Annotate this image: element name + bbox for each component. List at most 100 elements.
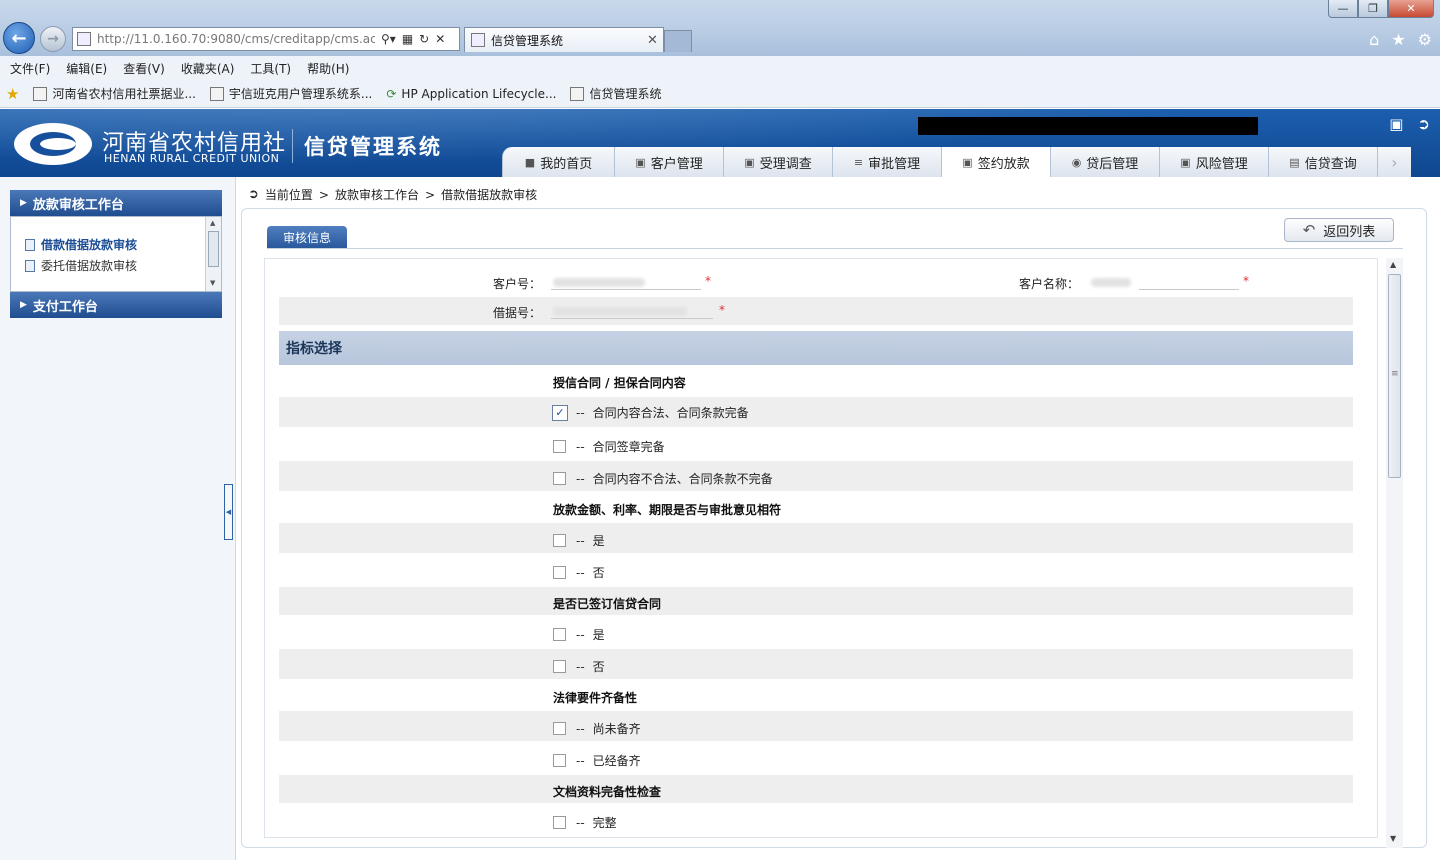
nav-contract-loan[interactable]: ▣ 签约放款 — [941, 147, 1050, 177]
expand-triangle-icon: ▶ — [20, 300, 27, 310]
favorite-link[interactable]: 信贷管理系统 — [570, 85, 661, 102]
search-icon[interactable]: ⚲▾ — [381, 32, 396, 46]
close-tab-icon[interactable]: ✕ — [647, 33, 658, 48]
checkbox[interactable] — [553, 566, 566, 579]
sidebar-scrollbar[interactable]: ▲ ▼ — [205, 217, 221, 291]
nav-label: 我的首页 — [540, 156, 593, 172]
sidebar-item-entrusted-receipt-audit[interactable]: 委托借据放款审核 — [25, 257, 137, 274]
blurred-value — [553, 307, 687, 316]
system-name: 信贷管理系统 — [304, 135, 442, 159]
nav-query[interactable]: ▤ 信贷查询 — [1268, 147, 1377, 177]
sidebar-item-loan-receipt-audit[interactable]: 借款借据放款审核 — [25, 236, 137, 253]
option-contract-legal[interactable]: ✓ -- 合同内容合法、合同条款完备 — [552, 404, 749, 421]
option-docs-complete[interactable]: -- 完整 — [553, 814, 617, 831]
menu-favorites[interactable]: 收藏夹(A) — [181, 60, 235, 77]
favorite-link[interactable]: 宇信班克用户管理系统系... — [209, 85, 372, 102]
scroll-thumb[interactable] — [208, 231, 219, 267]
favorite-link[interactable]: ⟳ HP Application Lifecycle... — [386, 87, 556, 101]
checkbox[interactable] — [553, 660, 566, 673]
checkbox[interactable] — [553, 440, 566, 453]
monitor-icon[interactable]: ▣ — [1389, 115, 1403, 133]
option-contract-signed[interactable]: -- 合同签章完备 — [553, 438, 665, 455]
option-signed-yes[interactable]: -- 是 — [553, 626, 605, 643]
scroll-up-icon[interactable]: ▲ — [210, 219, 215, 227]
risk-icon: ▣ — [1180, 155, 1191, 169]
scroll-down-icon[interactable]: ▼ — [210, 279, 215, 287]
address-url[interactable]: http://11.0.160.70:9080/cms/creditapp/cm… — [97, 32, 375, 46]
option-dash: -- — [576, 815, 585, 830]
menu-edit[interactable]: 编辑(E) — [66, 60, 107, 77]
menu-file[interactable]: 文件(F) — [10, 60, 50, 77]
home-icon[interactable]: ⌂ — [1369, 30, 1379, 49]
sidebar-group-loan-audit[interactable]: ▶ 放款审核工作台 — [10, 190, 222, 216]
collapse-sidebar-handle[interactable]: ◀ — [224, 484, 233, 540]
refresh-icon[interactable]: ↻ — [419, 32, 429, 46]
nav-home[interactable]: ■ 我的首页 — [502, 147, 614, 177]
option-signed-no[interactable]: -- 否 — [553, 658, 605, 675]
customer-no-field[interactable] — [551, 276, 701, 290]
checkbox[interactable] — [553, 816, 566, 829]
option-label: 否 — [592, 566, 605, 580]
option-legal-not-ready[interactable]: -- 尚未备齐 — [553, 720, 641, 737]
option-row — [279, 461, 1353, 491]
checkbox[interactable] — [553, 722, 566, 735]
minimize-icon[interactable]: — — [1328, 0, 1358, 18]
maximize-icon[interactable]: ❐ — [1358, 0, 1388, 18]
checkbox-checked[interactable]: ✓ — [552, 404, 568, 421]
receipt-no-field[interactable] — [551, 305, 713, 319]
customer-name-field[interactable] — [1139, 276, 1239, 290]
tab-audit-info[interactable]: 审核信息 — [267, 226, 347, 249]
checkbox[interactable] — [553, 534, 566, 547]
favorites-bar: ★ 河南省农村信用社票据业... 宇信班克用户管理系统系... ⟳ HP Appl… — [0, 80, 1440, 108]
blurred-value — [553, 278, 645, 287]
back-arrow-icon[interactable]: ← — [3, 22, 35, 54]
scroll-down-icon[interactable]: ▼ — [1390, 834, 1396, 843]
favorites-star-icon[interactable]: ★ — [1391, 30, 1405, 49]
nav-customer[interactable]: ▣ 客户管理 — [614, 147, 723, 177]
nav-survey[interactable]: ▣ 受理调查 — [723, 147, 832, 177]
sidebar-group-payment[interactable]: ▶ 支付工作台 — [10, 292, 222, 318]
page-favicon-icon — [77, 32, 91, 46]
breadcrumb-separator: > — [318, 187, 329, 202]
close-window-icon[interactable]: ✕ — [1388, 0, 1434, 18]
address-bar[interactable]: http://11.0.160.70:9080/cms/creditapp/cm… — [72, 27, 460, 51]
add-favorite-icon[interactable]: ★ — [6, 85, 19, 103]
stop-icon[interactable]: ✕ — [435, 32, 445, 46]
compatibility-icon[interactable]: ▦ — [402, 32, 413, 46]
menu-tools[interactable]: 工具(T) — [250, 60, 291, 77]
question-title: 是否已签订信贷合同 — [553, 597, 662, 611]
logout-icon[interactable]: ➲ — [1417, 115, 1430, 133]
nav-risk[interactable]: ▣ 风险管理 — [1159, 147, 1268, 177]
receipt-no-label: 借据号： — [492, 306, 541, 320]
option-row — [279, 397, 1353, 427]
option-amount-yes[interactable]: -- 是 — [553, 532, 605, 549]
location-arrow-icon: ➲ — [248, 187, 259, 202]
menu-help[interactable]: 帮助(H) — [307, 60, 349, 77]
home-icon: ■ — [524, 155, 536, 169]
scroll-up-icon[interactable]: ▲ — [1390, 260, 1396, 269]
back-to-list-button[interactable]: ↶ 返回列表 — [1284, 218, 1394, 242]
form-scrollbar[interactable]: ▲ ▼ — [1386, 258, 1403, 848]
option-legal-ready[interactable]: -- 已经备齐 — [553, 752, 641, 769]
nav-approval[interactable]: ≡ 审批管理 — [832, 147, 941, 177]
option-amount-no[interactable]: -- 否 — [553, 564, 605, 581]
checkbox[interactable] — [553, 472, 566, 485]
header-divider — [292, 129, 293, 163]
breadcrumb-level1[interactable]: 放款审核工作台 — [335, 186, 419, 203]
org-name-en: HENAN RURAL CREDIT UNION — [104, 152, 280, 165]
favorite-link[interactable]: 河南省农村信用社票据业... — [33, 85, 196, 102]
option-contract-illegal[interactable]: -- 合同内容不合法、合同条款不完备 — [553, 470, 773, 487]
checkbox[interactable] — [553, 754, 566, 767]
option-dash: -- — [576, 533, 585, 548]
nav-post-loan[interactable]: ◉ 贷后管理 — [1050, 147, 1159, 177]
option-dash: -- — [576, 471, 585, 486]
nav-more-chevron-icon[interactable]: › — [1377, 147, 1411, 177]
checkbox[interactable] — [553, 628, 566, 641]
scroll-thumb[interactable] — [1388, 274, 1401, 478]
browser-tab[interactable]: 信贷管理系统 ✕ — [464, 27, 664, 52]
nav-label: 风险管理 — [1195, 156, 1248, 172]
gear-icon[interactable]: ⚙ — [1418, 30, 1432, 49]
new-tab-button[interactable] — [664, 30, 692, 52]
forward-arrow-icon[interactable]: → — [40, 26, 66, 52]
menu-view[interactable]: 查看(V) — [123, 60, 165, 77]
